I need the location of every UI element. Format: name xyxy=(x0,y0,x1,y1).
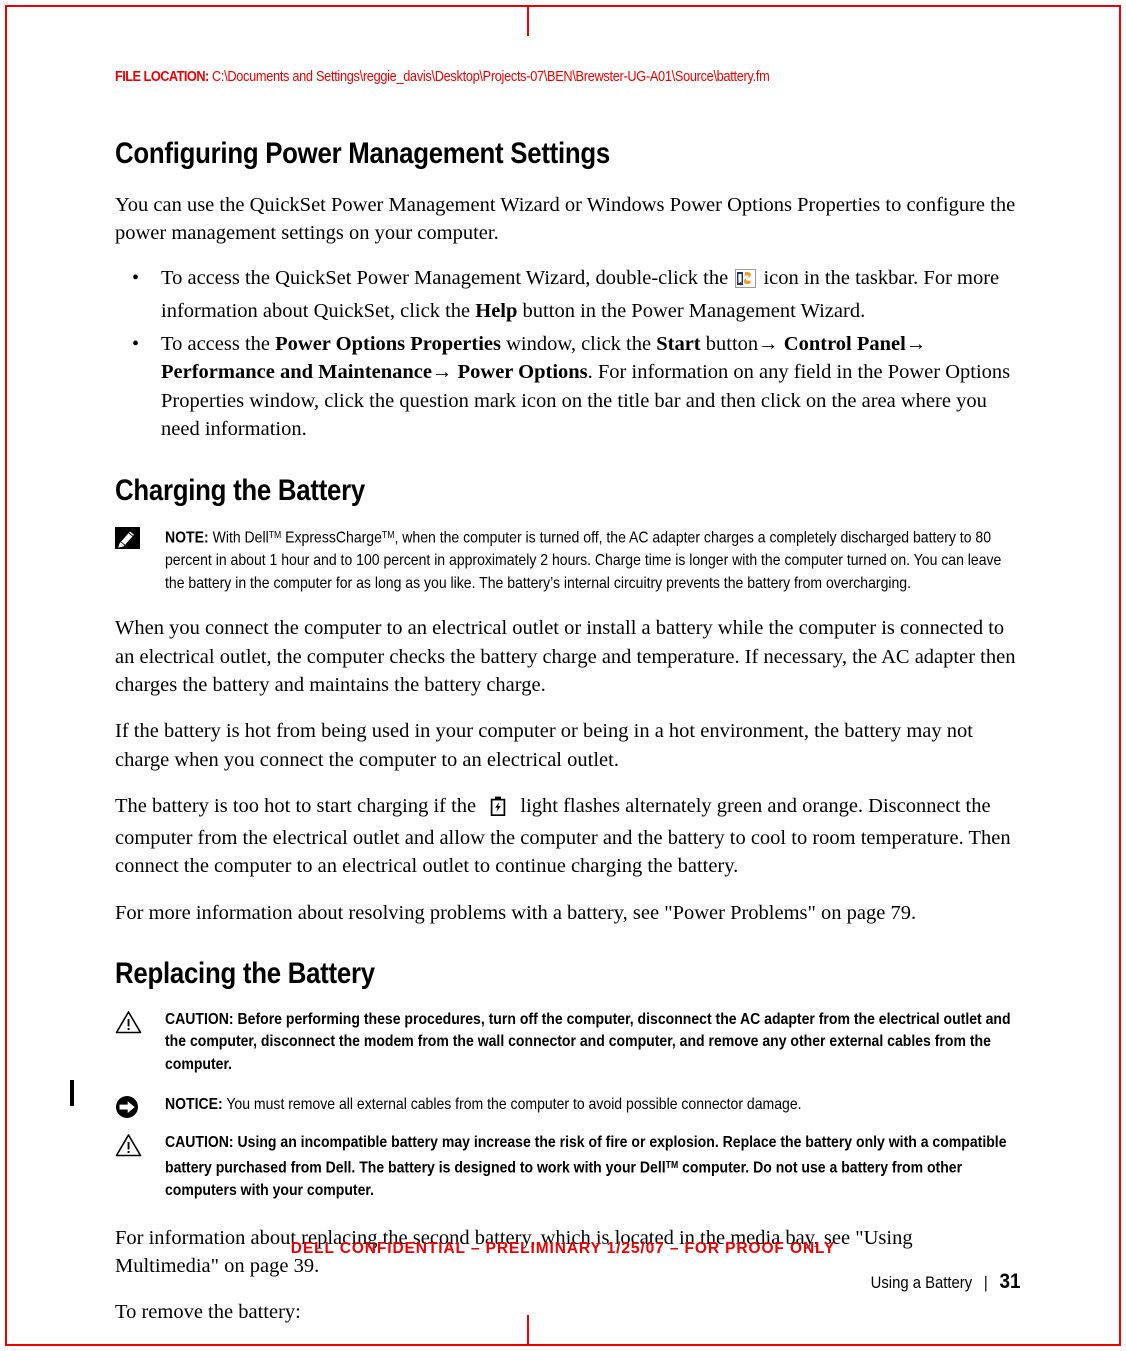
footer-page-line: Using a Battery | 31 xyxy=(870,1270,1020,1294)
paragraph-replacing-2: To remove the battery: xyxy=(115,1301,301,1324)
trademark-symbol: TM xyxy=(268,529,282,541)
trademark-symbol: TM xyxy=(665,1159,679,1171)
caution-label: CAUTION: xyxy=(165,1134,234,1152)
paragraph-charging-3: The battery is too hot to start charging… xyxy=(115,792,1020,881)
notice-label: NOTICE: xyxy=(165,1095,223,1113)
note-text-b: ExpressCharge xyxy=(281,529,382,547)
paragraph-charging-1: When you connect the computer to an elec… xyxy=(115,617,1016,696)
bullet-dot-icon: • xyxy=(132,332,140,355)
bullet2-b1: Power Options Properties xyxy=(275,332,501,355)
battery-light-icon xyxy=(490,796,506,824)
bullet2-b4: Performance and Maintenance xyxy=(161,361,432,384)
footer-confidential-notice: DELL CONFIDENTIAL – PRELIMINARY 1/25/07 … xyxy=(290,1240,836,1257)
caution-body: CAUTION: Using an incompatible battery m… xyxy=(165,1132,1019,1202)
note-body: NOTE: With DellTM ExpressChargeTM, when … xyxy=(165,525,1019,595)
paragraph-charging-3-pre: The battery is too hot to start charging… xyxy=(115,794,477,817)
note-pencil-icon xyxy=(115,526,145,552)
heading-replacing-the-battery: Replacing the Battery xyxy=(115,957,375,991)
heading-configuring-power-management-settings: Configuring Power Management Settings xyxy=(115,137,611,170)
caution-box-incompatible-battery: CAUTION: Using an incompatible battery m… xyxy=(115,1132,1020,1202)
caution-triangle-icon xyxy=(115,1133,145,1159)
bullet2-b5: Power Options xyxy=(452,361,588,384)
bullet1-text-tail: button in the Power Management Wizard. xyxy=(522,299,866,322)
crop-border-left xyxy=(5,5,7,1346)
note-text-a: With Dell xyxy=(212,529,269,547)
caution-text: Before performing these procedures, turn… xyxy=(165,1010,1011,1074)
paragraph-power-management-intro: You can use the QuickSet Power Managemen… xyxy=(115,193,1016,245)
heading-charging-the-battery: Charging the Battery xyxy=(115,474,366,508)
crop-border-bottom xyxy=(5,1344,1121,1346)
notice-text: You must remove all external cables from… xyxy=(226,1095,802,1113)
caution-triangle-icon xyxy=(115,1010,145,1036)
footer-separator: | xyxy=(983,1274,988,1292)
bullet2-b2: Start xyxy=(656,332,701,355)
footer-chapter-title: Using a Battery xyxy=(870,1274,972,1292)
quickset-icon xyxy=(735,268,757,296)
paragraph-charging-4: For more information about resolving pro… xyxy=(115,901,917,924)
revision-change-bar xyxy=(70,1080,74,1106)
bullet2-t1: To access the xyxy=(161,332,276,355)
bullet-dot-icon: • xyxy=(132,267,140,290)
caution-box-power-down: CAUTION: Before performing these procedu… xyxy=(115,1009,1020,1077)
list-item-power-options-properties: • To access the Power Options Properties… xyxy=(115,330,1020,443)
bullet2-arrow1: → xyxy=(758,332,779,355)
power-management-bullet-list: • To access the QuickSet Power Managemen… xyxy=(115,264,1020,443)
note-label: NOTE: xyxy=(165,529,209,547)
notice-arrow-icon xyxy=(115,1095,145,1121)
notice-box-external-cables: NOTICE: You must remove all external cab… xyxy=(115,1094,1020,1118)
note-box-expresscharge: NOTE: With DellTM ExpressChargeTM, when … xyxy=(115,525,1020,595)
notice-body: NOTICE: You must remove all external cab… xyxy=(165,1094,1019,1117)
bullet2-b3: Control Panel xyxy=(778,332,906,355)
list-item-quickset-wizard: • To access the QuickSet Power Managemen… xyxy=(115,264,1020,325)
bullet2-arrow3: → xyxy=(432,361,453,384)
bullet1-text-before-icon: To access the QuickSet Power Management … xyxy=(161,267,729,290)
document-body: Configuring Power Management Settings Yo… xyxy=(115,0,1020,1327)
bullet1-bold-help: Help xyxy=(475,299,518,322)
bullet2-t3: button xyxy=(700,332,759,355)
bullet2-arrow2: → xyxy=(905,332,927,355)
crop-border-right xyxy=(1119,5,1121,1346)
caution-body: CAUTION: Before performing these procedu… xyxy=(165,1009,1019,1077)
caution-label: CAUTION: xyxy=(165,1010,234,1028)
footer-page-number: 31 xyxy=(998,1270,1020,1293)
bullet2-t2: window, click the xyxy=(500,332,657,355)
paragraph-charging-2: If the battery is hot from being used in… xyxy=(115,720,973,771)
trademark-symbol: TM xyxy=(381,529,395,541)
